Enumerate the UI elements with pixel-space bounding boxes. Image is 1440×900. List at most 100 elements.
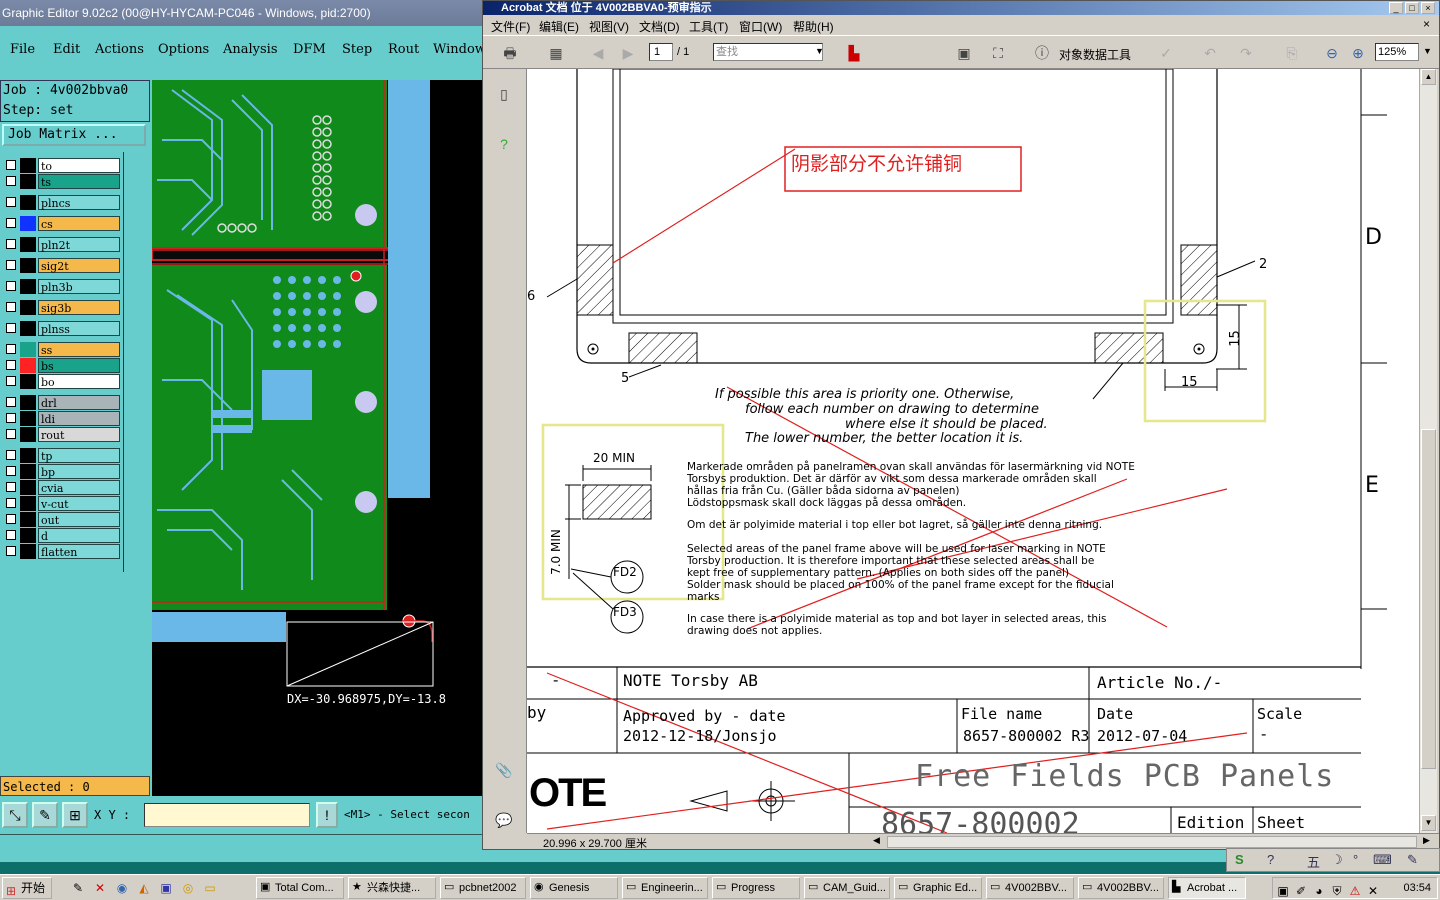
layer-color-swatch[interactable] xyxy=(20,411,36,426)
ime-wubi-icon[interactable]: 五 xyxy=(1307,852,1320,871)
layer-color-swatch[interactable] xyxy=(20,512,36,527)
layer-color-swatch[interactable] xyxy=(20,174,36,189)
quick-close-icon[interactable]: ✕ xyxy=(92,880,108,896)
menu-view-cn[interactable]: 视图(V) xyxy=(589,18,629,35)
layer-name[interactable]: ss xyxy=(38,342,120,357)
scroll-right-icon[interactable]: ▶ xyxy=(1423,835,1430,846)
quick-app-icon[interactable]: ◎ xyxy=(180,880,196,896)
help-icon[interactable]: ? xyxy=(493,133,515,155)
zoom-in-icon[interactable]: ⊕ xyxy=(1347,42,1369,64)
horizontal-scrollbar[interactable] xyxy=(887,836,1417,848)
grid-icon[interactable]: ⊞ xyxy=(62,802,88,828)
scroll-thumb[interactable] xyxy=(1421,429,1436,769)
layer-checkbox[interactable] xyxy=(6,413,16,423)
menu-file[interactable]: File xyxy=(10,42,35,57)
layer-name[interactable]: ts xyxy=(38,174,120,189)
menu-analysis[interactable]: Analysis xyxy=(223,42,278,57)
task-button[interactable]: ▭ 4V002BBV... xyxy=(986,877,1074,899)
layer-color-swatch[interactable] xyxy=(20,258,36,273)
measure-icon[interactable]: ✎ xyxy=(32,802,58,828)
layer-name[interactable]: to xyxy=(38,158,120,173)
layer-checkbox[interactable] xyxy=(6,530,16,540)
layer-name[interactable]: tp xyxy=(38,448,120,463)
tray-monitor-icon[interactable]: ▣ xyxy=(1275,883,1291,899)
layer-checkbox[interactable] xyxy=(6,514,16,524)
task-button[interactable]: ▙ Acrobat ... xyxy=(1168,877,1246,899)
layer-name[interactable]: cvia xyxy=(38,480,120,495)
layer-row-sig2t[interactable]: sig2t xyxy=(2,258,120,273)
task-button[interactable]: ▭ Engineerin... xyxy=(622,877,708,899)
layer-color-swatch[interactable] xyxy=(20,427,36,442)
print-icon[interactable]: 🖶 xyxy=(499,42,521,64)
layer-checkbox[interactable] xyxy=(6,344,16,354)
layer-checkbox[interactable] xyxy=(6,397,16,407)
layer-color-swatch[interactable] xyxy=(20,395,36,410)
task-button[interactable]: ★ 兴森快捷... xyxy=(348,877,436,899)
quick-network-icon[interactable]: ◉ xyxy=(114,880,130,896)
layer-checkbox[interactable] xyxy=(6,466,16,476)
layer-row-out[interactable]: out xyxy=(2,512,120,527)
spellcheck-icon[interactable]: ✓ xyxy=(1155,42,1177,64)
layer-name[interactable]: v-cut xyxy=(38,496,120,511)
create-pdf-icon[interactable]: ▙ xyxy=(843,42,865,64)
vertical-scrollbar[interactable]: ▲ ▼ xyxy=(1419,69,1437,833)
layer-color-swatch[interactable] xyxy=(20,216,36,231)
alert-icon[interactable]: ! xyxy=(316,802,338,828)
fit-page-icon[interactable]: ⛶ xyxy=(987,42,1009,64)
menu-window-cn[interactable]: 窗口(W) xyxy=(739,18,782,35)
layer-name[interactable]: out xyxy=(38,512,120,527)
layer-name[interactable]: pln2t xyxy=(38,237,120,252)
layer-row-plncs[interactable]: plncs xyxy=(2,195,120,210)
zoom-window-icon[interactable]: ⤡ xyxy=(2,802,28,828)
layer-color-swatch[interactable] xyxy=(20,448,36,463)
menu-edit[interactable]: Edit xyxy=(53,42,80,57)
layer-row-ts[interactable]: ts xyxy=(2,174,120,189)
zoom-level[interactable]: 125% xyxy=(1375,43,1419,61)
layer-checkbox[interactable] xyxy=(6,546,16,556)
save-icon[interactable]: ▣ xyxy=(953,42,975,64)
ime-s-icon[interactable]: S xyxy=(1235,852,1244,867)
layer-name[interactable]: plnss xyxy=(38,321,120,336)
layer-row-plnss[interactable]: plnss xyxy=(2,321,120,336)
quick-tool-icon[interactable]: ◭ xyxy=(136,880,152,896)
maximize-icon[interactable]: □ xyxy=(1405,2,1419,14)
undo-icon[interactable]: ↶ xyxy=(1199,42,1221,64)
layer-checkbox[interactable] xyxy=(6,302,16,312)
copy-icon[interactable]: ⎘ xyxy=(1281,42,1303,64)
layer-row-bo[interactable]: bo xyxy=(2,374,120,389)
layer-name[interactable]: sig3b xyxy=(38,300,120,315)
layer-checkbox[interactable] xyxy=(6,429,16,439)
layer-row-pln3b[interactable]: pln3b xyxy=(2,279,120,294)
zoom-out-icon[interactable]: ⊖ xyxy=(1321,42,1343,64)
layer-color-swatch[interactable] xyxy=(20,544,36,559)
layer-color-swatch[interactable] xyxy=(20,279,36,294)
job-matrix-button[interactable]: Job Matrix ... xyxy=(2,124,146,146)
layer-checkbox[interactable] xyxy=(6,239,16,249)
layer-checkbox[interactable] xyxy=(6,160,16,170)
scroll-up-icon[interactable]: ▲ xyxy=(1421,69,1436,85)
ime-help-icon[interactable]: ? xyxy=(1267,852,1274,867)
layer-row-pln2t[interactable]: pln2t xyxy=(2,237,120,252)
layer-name[interactable]: sig2t xyxy=(38,258,120,273)
layer-row-to[interactable]: to xyxy=(2,158,120,173)
ime-moon-icon[interactable]: ☽ xyxy=(1331,852,1343,868)
genesis-title-bar[interactable]: Graphic Editor 9.02c2 (00@HY-HYCAM-PC046… xyxy=(0,0,482,26)
layer-row-bp[interactable]: bp xyxy=(2,464,120,479)
layer-name[interactable]: bo xyxy=(38,374,120,389)
tray-color-icon[interactable]: ◕ xyxy=(1311,883,1327,899)
layer-checkbox[interactable] xyxy=(6,218,16,228)
task-button[interactable]: ▣ Total Com... xyxy=(256,877,344,899)
layer-color-swatch[interactable] xyxy=(20,158,36,173)
layer-row-cvia[interactable]: cvia xyxy=(2,480,120,495)
layer-checkbox[interactable] xyxy=(6,176,16,186)
object-data-tool[interactable]: 对象数据工具 xyxy=(1059,46,1131,63)
layer-color-swatch[interactable] xyxy=(20,358,36,373)
layer-checkbox[interactable] xyxy=(6,281,16,291)
menu-edit-cn[interactable]: 编辑(E) xyxy=(539,18,579,35)
layer-color-swatch[interactable] xyxy=(20,195,36,210)
menu-tools-cn[interactable]: 工具(T) xyxy=(689,18,728,35)
layer-name[interactable]: d xyxy=(38,528,120,543)
layer-checkbox[interactable] xyxy=(6,482,16,492)
layer-color-swatch[interactable] xyxy=(20,480,36,495)
layer-name[interactable]: drl xyxy=(38,395,120,410)
